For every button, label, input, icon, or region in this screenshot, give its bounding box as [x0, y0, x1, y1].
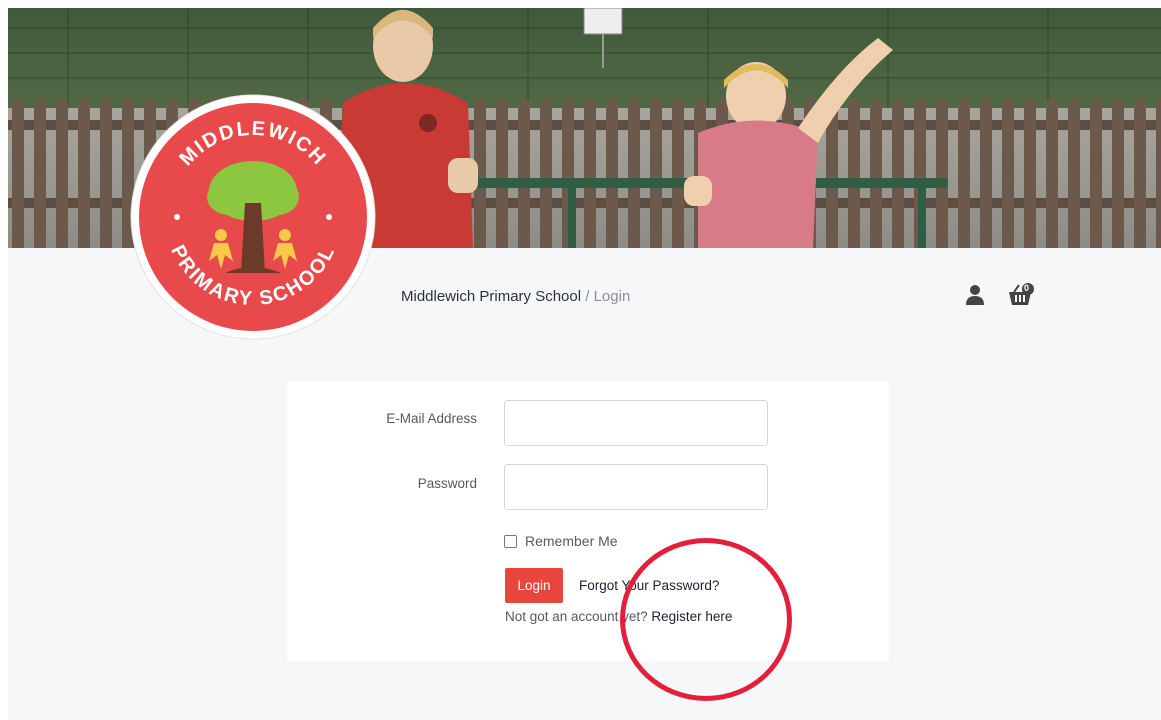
fence-picket	[496, 96, 508, 248]
fence-picket	[100, 96, 112, 248]
password-field[interactable]	[504, 464, 768, 510]
page-frame: MIDDLEWICH PRIMARY SCHOOL Middlewich Pri…	[8, 8, 1161, 720]
fence-picket	[1134, 96, 1146, 248]
login-button[interactable]: Login	[505, 568, 563, 603]
remember-me-label: Remember Me	[525, 533, 618, 549]
email-label: E-Mail Address	[386, 411, 477, 426]
forgot-password-link[interactable]: Forgot Your Password?	[579, 578, 719, 593]
fence-picket	[848, 96, 860, 248]
fence-picket	[518, 96, 530, 248]
email-field[interactable]	[504, 400, 768, 446]
fence-picket	[628, 96, 640, 248]
fence-picket	[56, 96, 68, 248]
fence-picket	[1046, 96, 1058, 248]
basket-icon[interactable]: 0	[1006, 280, 1036, 310]
register-link[interactable]: Register here	[651, 609, 732, 624]
header-actions: 0	[960, 280, 1036, 310]
fence-picket	[936, 96, 948, 248]
breadcrumb-home-link[interactable]: Middlewich Primary School	[401, 288, 581, 305]
register-prompt-text: Not got an account yet?	[505, 609, 648, 624]
fence-picket	[1112, 96, 1124, 248]
fence-picket	[650, 96, 662, 248]
password-label: Password	[417, 476, 477, 491]
fence-picket	[958, 96, 970, 248]
school-logo[interactable]: MIDDLEWICH PRIMARY SCHOOL	[129, 93, 377, 341]
breadcrumb-current: Login	[593, 288, 631, 305]
fence-picket	[34, 96, 46, 248]
basket-count-badge: 0	[1024, 283, 1030, 293]
fence-picket	[980, 96, 992, 248]
breadcrumb: Middlewich Primary School / Login	[401, 288, 630, 305]
fence-picket	[540, 96, 552, 248]
account-icon[interactable]	[960, 280, 990, 310]
fence-picket	[892, 96, 904, 248]
fence-picket	[1068, 96, 1080, 248]
fence-picket	[672, 96, 684, 248]
fence-picket	[1024, 96, 1036, 248]
fence-picket	[606, 96, 618, 248]
fence-picket	[12, 96, 24, 248]
remember-me[interactable]: Remember Me	[504, 533, 618, 549]
fence-picket	[584, 96, 596, 248]
fence-picket	[1090, 96, 1102, 248]
login-card: E-Mail Address Password Remember Me Logi…	[287, 381, 889, 661]
remember-me-checkbox[interactable]	[504, 534, 517, 548]
breadcrumb-separator: /	[585, 288, 590, 305]
fence-picket	[1156, 97, 1161, 248]
fence-picket	[870, 96, 882, 248]
fence-picket	[78, 96, 90, 248]
fence-picket	[1002, 96, 1014, 248]
register-prompt: Not got an account yet? Register here	[505, 609, 732, 624]
